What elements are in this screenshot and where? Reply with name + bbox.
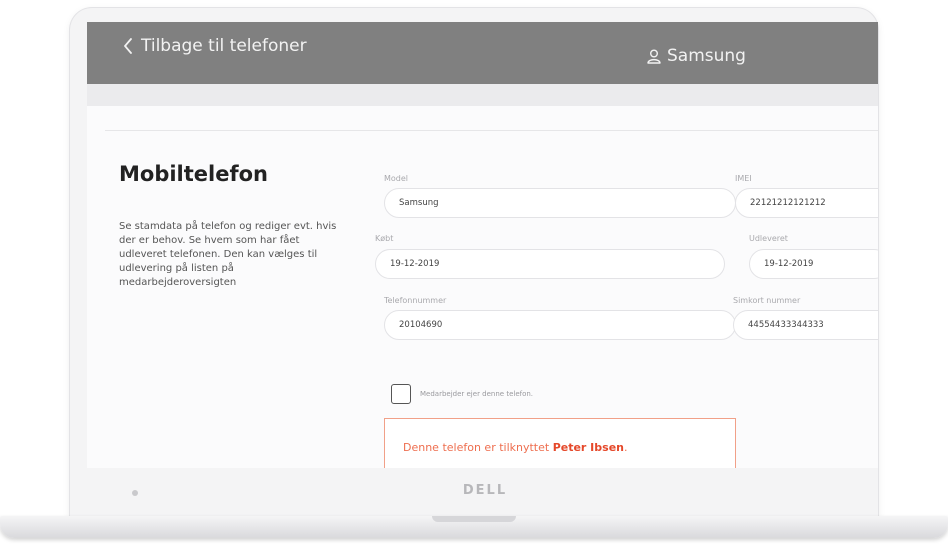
back-link-label: Tilbage til telefoner	[141, 36, 307, 56]
phone-number-label: Telefonnummer	[384, 296, 447, 305]
app-screen: Tilbage til telefoner Samsung Mobiltelef…	[87, 22, 878, 468]
model-field[interactable]	[384, 188, 736, 218]
chevron-left-icon	[124, 38, 132, 54]
divider	[105, 130, 878, 131]
laptop-hinge-notch	[432, 516, 516, 522]
owner-checkbox[interactable]	[391, 384, 411, 404]
sub-bar	[87, 84, 878, 106]
model-label: Model	[384, 174, 409, 183]
back-to-phones-link[interactable]: Tilbage til telefoner	[123, 36, 307, 56]
camera-dot	[132, 490, 138, 496]
bought-label: Købt	[375, 234, 394, 243]
imei-label: IMEI	[735, 174, 752, 183]
handed-out-date-field[interactable]	[749, 249, 878, 279]
phone-number-field[interactable]	[384, 310, 736, 340]
owner-checkbox-label: Medarbejder ejer denne telefon.	[420, 390, 534, 398]
bought-date-field[interactable]	[375, 249, 725, 279]
sim-number-label: Simkort nummer	[733, 296, 801, 305]
page-description: Se stamdata på telefon og rediger evt. h…	[119, 221, 337, 288]
handed-out-label: Udleveret	[749, 234, 788, 243]
dell-logo: DELL	[462, 483, 508, 498]
sim-number-field[interactable]	[733, 310, 878, 340]
alert-prefix: Denne telefon er tilknyttet	[403, 441, 553, 454]
assigned-employee-name[interactable]: Peter Ibsen	[553, 441, 624, 454]
content-area: Mobiltelefon Se stamdata på telefon og r…	[87, 106, 878, 468]
user-icon	[647, 49, 661, 64]
page-title: Mobiltelefon	[119, 162, 268, 186]
alert-suffix: .	[624, 441, 628, 454]
header-user-label: Samsung	[667, 46, 746, 66]
assigned-employee-alert: Denne telefon er tilknyttet Peter Ibsen.	[384, 418, 736, 468]
alert-message: Denne telefon er tilknyttet Peter Ibsen.	[403, 441, 628, 454]
top-header: Tilbage til telefoner Samsung	[87, 22, 878, 84]
imei-field[interactable]	[735, 188, 878, 218]
header-user: Samsung	[647, 46, 746, 66]
